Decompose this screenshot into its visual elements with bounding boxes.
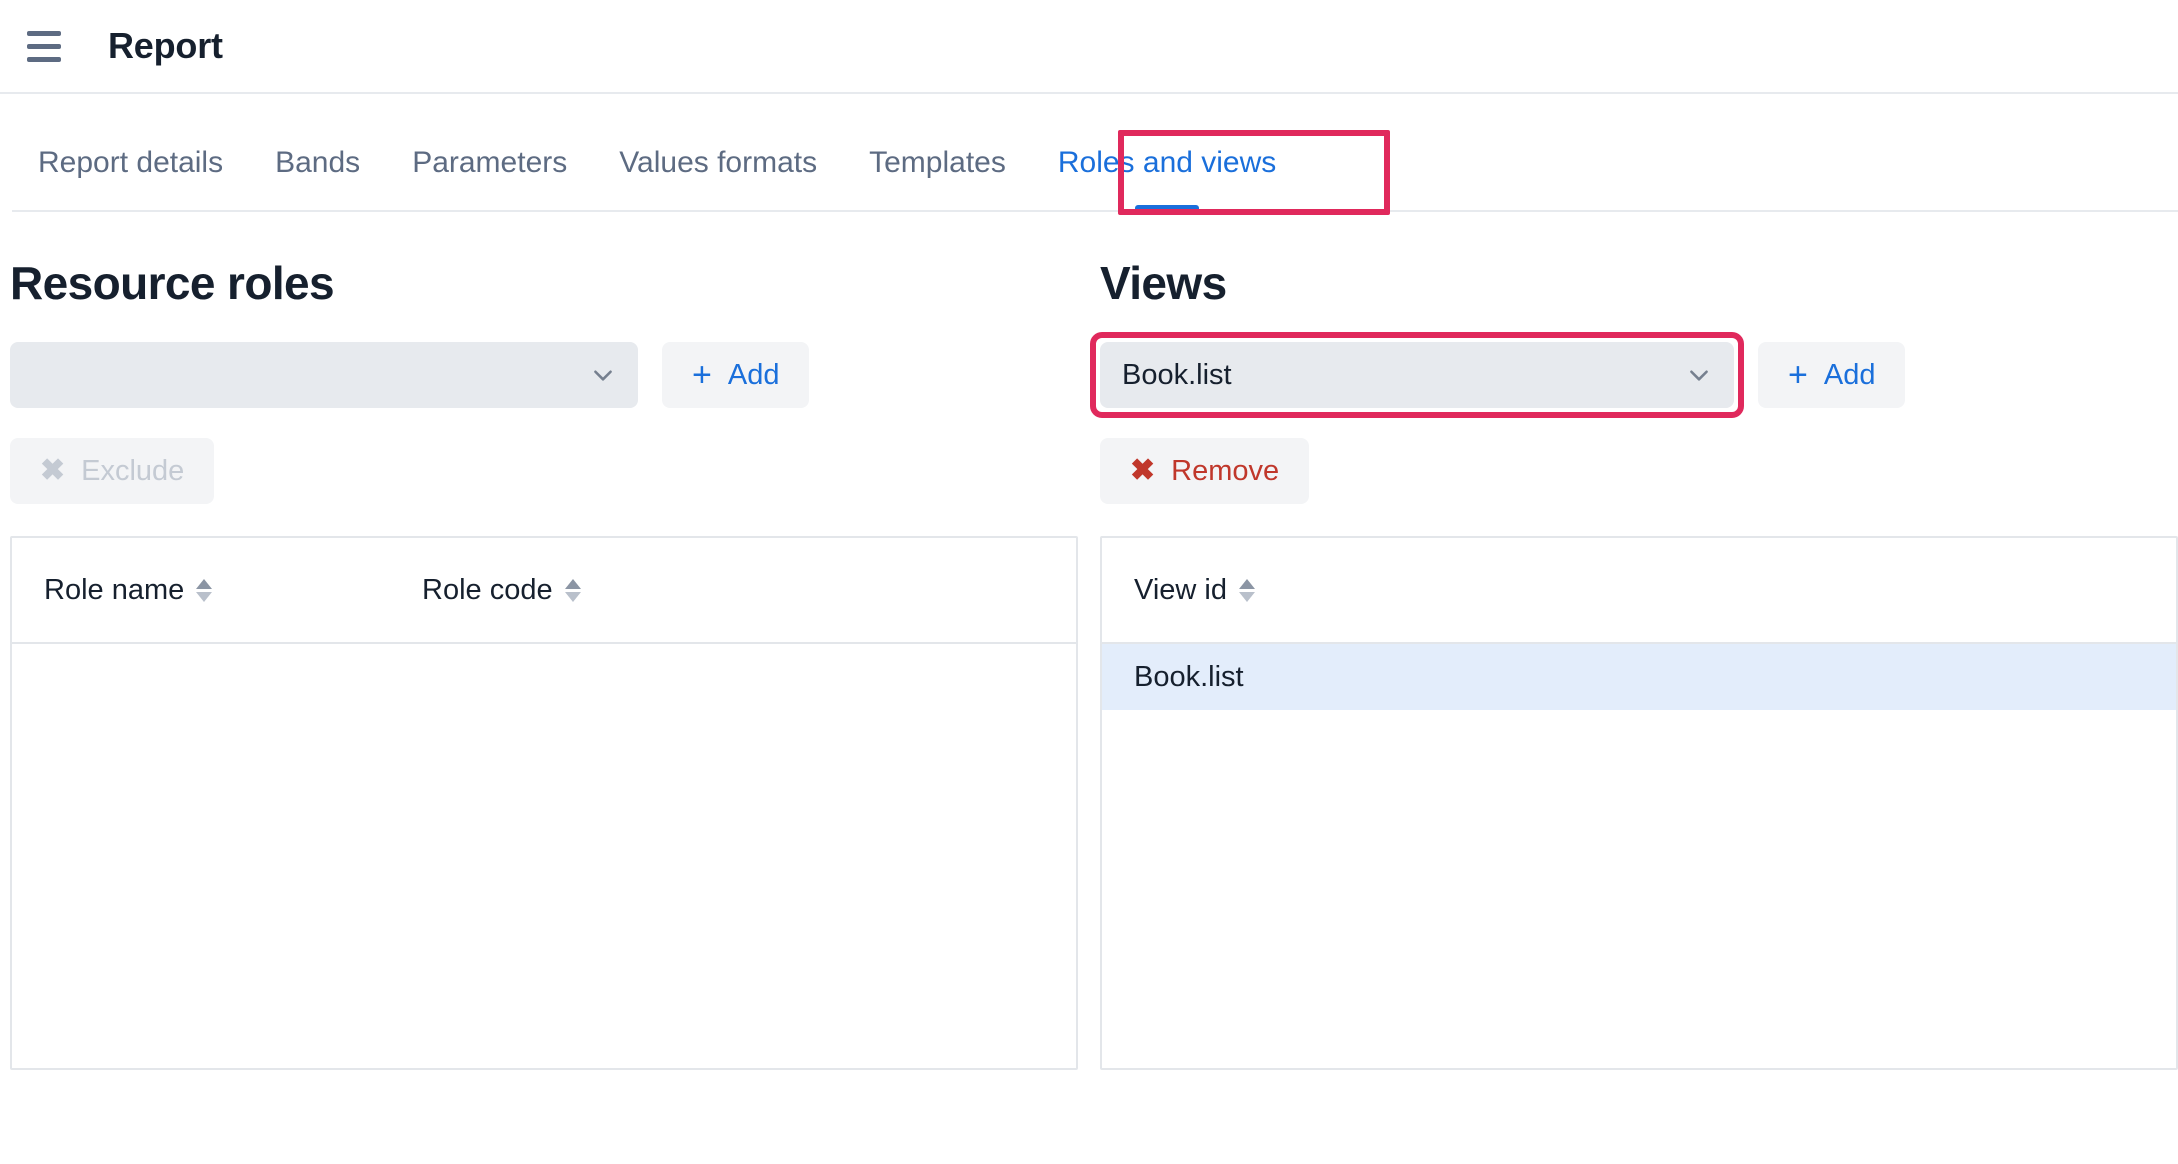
resource-roles-select[interactable] (10, 342, 638, 408)
tab-values-formats[interactable]: Values formats (593, 148, 843, 212)
sort-icon (564, 578, 581, 602)
chevron-down-icon (1690, 370, 1708, 381)
remove-view-button-label: Remove (1171, 454, 1280, 487)
add-role-button-label: Add (727, 358, 780, 391)
sort-icon (196, 578, 213, 602)
add-role-button[interactable]: + Add (662, 342, 810, 408)
resource-roles-table-header: Role name Role code (12, 538, 1076, 644)
tab-roles-and-views[interactable]: Roles and views (1032, 148, 1302, 212)
table-row[interactable]: Book.list (1102, 644, 2176, 710)
tab-bar: Report details Bands Parameters Values f… (0, 94, 2178, 212)
tab-parameters[interactable]: Parameters (386, 148, 593, 212)
column-header-role-code-label: Role code (422, 573, 553, 606)
plus-icon: + (692, 356, 712, 394)
hamburger-icon[interactable] (22, 24, 66, 68)
page-title: Report (108, 25, 223, 66)
views-selector-row: Book.list + Add (1090, 332, 2178, 418)
exclude-button[interactable]: ✖ Exclude (10, 438, 215, 504)
hamburger-bar (27, 30, 61, 36)
exclude-button-label: Exclude (81, 454, 185, 487)
views-table-header: View id (1102, 538, 2176, 644)
resource-roles-selector-row: + Add (10, 342, 1090, 408)
main-content: Resource roles + Add ✖ Exclude Role name… (0, 212, 2178, 1070)
plus-icon: + (1788, 356, 1808, 394)
resource-roles-select-wrap (10, 342, 638, 408)
cell-view-id: Book.list (1134, 660, 1244, 693)
add-view-button[interactable]: + Add (1758, 342, 1906, 408)
views-action-row: ✖ Remove (1100, 438, 2178, 504)
remove-view-button[interactable]: ✖ Remove (1100, 438, 1310, 504)
hamburger-bar (27, 56, 61, 62)
views-select[interactable]: Book.list (1100, 342, 1734, 408)
hamburger-bar (27, 43, 61, 49)
views-select-wrap: Book.list (1090, 332, 1744, 418)
tab-bands[interactable]: Bands (249, 148, 386, 212)
views-select-value: Book.list (1122, 358, 1232, 391)
column-header-role-code[interactable]: Role code (422, 574, 581, 607)
views-table: View id Book.list (1100, 536, 2178, 1070)
app-header: Report (0, 0, 2178, 94)
resource-roles-table: Role name Role code (10, 536, 1078, 1070)
column-header-role-name-label: Role name (44, 573, 185, 606)
tab-report-details[interactable]: Report details (12, 148, 249, 212)
views-title: Views (1100, 257, 1227, 309)
views-table-body: Book.list (1102, 644, 2176, 710)
close-x-icon: ✖ (40, 454, 66, 487)
chevron-down-icon (594, 370, 612, 381)
close-x-icon: ✖ (1130, 454, 1156, 487)
column-header-role-name[interactable]: Role name (44, 574, 422, 607)
resource-roles-title: Resource roles (10, 257, 335, 309)
tab-templates[interactable]: Templates (843, 148, 1032, 212)
views-panel: Views Book.list + Add ✖ Remove View id B… (1090, 220, 2178, 1070)
column-header-view-id-label: View id (1134, 573, 1227, 606)
sort-icon (1238, 578, 1255, 602)
column-header-view-id[interactable]: View id (1134, 574, 1255, 607)
add-view-button-label: Add (1823, 358, 1876, 391)
resource-roles-action-row: ✖ Exclude (10, 438, 1090, 504)
resource-roles-panel: Resource roles + Add ✖ Exclude Role name… (0, 220, 1090, 1070)
